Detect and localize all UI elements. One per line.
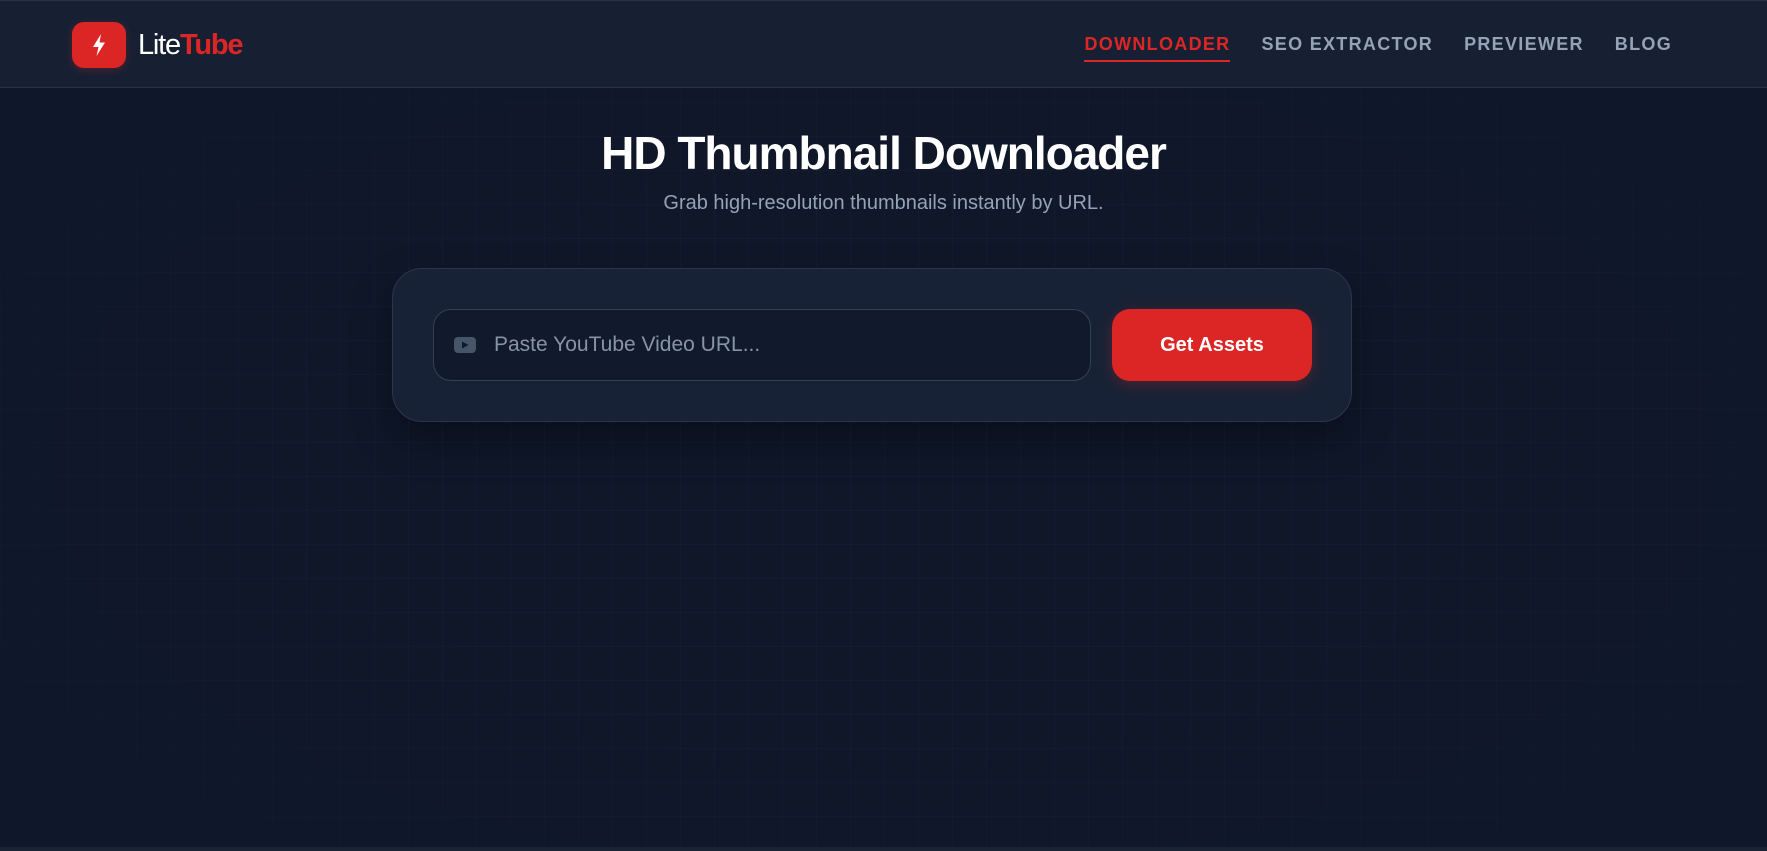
youtube-play-icon xyxy=(454,337,476,353)
main-content: HD Thumbnail Downloader Grab high-resolu… xyxy=(0,88,1767,851)
page-subtitle: Grab high-resolution thumbnails instantl… xyxy=(663,192,1104,214)
nav-blog[interactable]: BLOG xyxy=(1615,35,1672,62)
nav-downloader[interactable]: DOWNLOADER xyxy=(1084,35,1231,62)
brand-name-part-lite: Lite xyxy=(138,28,181,61)
url-search-card: Get Assets xyxy=(392,268,1352,422)
main-nav: DOWNLOADER SEO EXTRACTOR PREVIEWER BLOG xyxy=(1084,35,1672,62)
nav-previewer[interactable]: PREVIEWER xyxy=(1464,35,1584,62)
top-navigation-bar: LiteTube DOWNLOADER SEO EXTRACTOR PREVIE… xyxy=(0,0,1767,88)
brand-name-part-tube: Tube xyxy=(179,28,244,61)
nav-seo-extractor[interactable]: SEO EXTRACTOR xyxy=(1261,35,1433,62)
url-input-wrapper xyxy=(433,309,1091,381)
lightning-bolt-icon xyxy=(72,22,126,68)
brand-logo-link[interactable]: LiteTube xyxy=(72,22,244,68)
youtube-url-input[interactable] xyxy=(494,310,1090,380)
get-assets-button[interactable]: Get Assets xyxy=(1112,309,1312,381)
brand-name: LiteTube xyxy=(138,28,244,61)
page-title: HD Thumbnail Downloader xyxy=(601,127,1167,179)
